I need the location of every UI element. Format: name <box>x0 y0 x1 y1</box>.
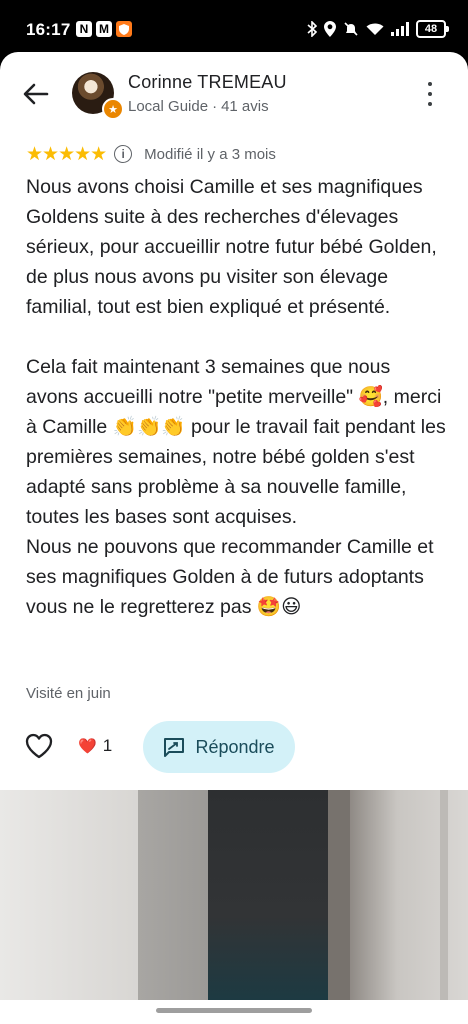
reply-icon <box>164 738 185 757</box>
location-icon <box>324 21 336 37</box>
status-time: 16:17 <box>26 20 71 39</box>
arrow-back-icon <box>23 83 49 105</box>
review-sheet: ★ Corinne TREMEAU Local Guide · 41 avis … <box>0 52 468 790</box>
like-count-value: 1 <box>102 736 113 755</box>
photo-wall-right <box>350 790 468 1000</box>
heart-outline-icon <box>25 733 53 759</box>
review-actions: ❤️ 1 Répondre <box>0 720 468 776</box>
like-count: ❤️ 1 <box>78 736 112 756</box>
rating-row: ★★★★★ i Modifié il y a 3 mois <box>26 143 276 165</box>
reply-label: Répondre <box>195 736 275 757</box>
reply-button[interactable]: Répondre <box>143 721 295 773</box>
reviewer-level: Local Guide <box>128 98 209 115</box>
navigation-bar <box>0 1000 468 1024</box>
back-button[interactable] <box>20 78 52 110</box>
more-options-button[interactable] <box>420 82 440 106</box>
home-indicator[interactable] <box>156 1008 312 1013</box>
meta-separator: · <box>212 98 218 115</box>
more-vert-dot <box>428 102 432 106</box>
photo-wall <box>0 790 138 1000</box>
reviewer-review-count: 41 avis <box>221 98 269 115</box>
reviewer-name[interactable]: Corinne TREMEAU <box>128 72 287 93</box>
gmail-icon: M <box>96 21 112 37</box>
status-bar: 16:17 N M 48 <box>0 0 468 52</box>
photo-dark-area <box>208 790 328 1000</box>
local-guide-badge-icon: ★ <box>102 98 124 120</box>
like-button[interactable] <box>24 732 56 764</box>
wifi-icon <box>366 23 384 35</box>
bluetooth-icon <box>307 21 317 37</box>
system-status-icons: 48 <box>307 20 449 38</box>
reviewer-meta: Local Guide · 41 avis <box>128 98 269 115</box>
photo-trim <box>440 790 448 1000</box>
n-app-icon: N <box>76 21 92 37</box>
modified-date: Modifié il y a 3 mois <box>144 145 276 163</box>
visited-date: Visité en juin <box>26 685 111 702</box>
red-heart-icon: ❤️ <box>78 738 97 755</box>
battery-icon: 48 <box>416 20 449 38</box>
star-rating: ★★★★★ <box>26 143 107 165</box>
do-not-disturb-icon <box>344 22 358 36</box>
review-photo[interactable] <box>0 790 468 1000</box>
info-icon[interactable]: i <box>114 145 133 163</box>
notification-icons: N M <box>76 21 132 37</box>
more-vert-dot <box>428 92 432 96</box>
review-text: Nous avons choisi Camille et ses magnifi… <box>26 176 446 618</box>
shield-icon <box>116 21 132 37</box>
photo-edge <box>328 790 350 1000</box>
signal-icon <box>391 22 409 36</box>
review-header: ★ Corinne TREMEAU Local Guide · 41 avis <box>0 52 468 152</box>
photo-door-frame <box>138 790 208 1000</box>
more-vert-icon <box>428 82 432 86</box>
